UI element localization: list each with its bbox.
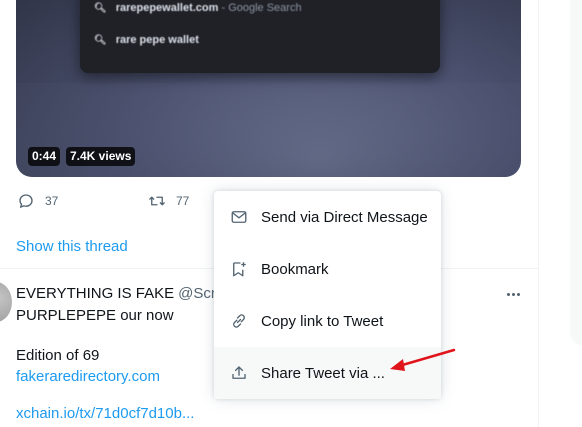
menu-item-bookmark[interactable]: Bookmark bbox=[214, 243, 441, 295]
retweet-button[interactable]: 77 bbox=[148, 192, 189, 210]
share-icon bbox=[232, 366, 246, 379]
share-menu: Send via Direct Message Bookmark Copy li… bbox=[214, 191, 441, 399]
envelope-icon bbox=[231, 211, 247, 223]
search-icon: 🔍︎ bbox=[94, 34, 107, 46]
tweet-link[interactable]: xchain.io/tx/71d0cf7d10b... bbox=[16, 405, 194, 422]
more-dot-icon bbox=[506, 292, 510, 296]
author-name[interactable]: EVERYTHING IS FAKE bbox=[16, 285, 174, 302]
retweet-icon bbox=[149, 196, 165, 206]
tweet-text-line: PURPLEPEPE our now bbox=[16, 307, 174, 324]
bookmark-add-icon bbox=[233, 262, 246, 277]
sidebar-panel bbox=[570, 0, 582, 345]
tweet-author[interactable]: EVERYTHING IS FAKE @Scri bbox=[16, 285, 219, 302]
menu-item-label: Send via Direct Message bbox=[261, 208, 428, 226]
more-options-button[interactable] bbox=[503, 284, 523, 304]
retweet-count: 77 bbox=[176, 194, 190, 208]
menu-item-copy-link[interactable]: Copy link to Tweet bbox=[214, 295, 441, 347]
menu-item-label: Bookmark bbox=[261, 260, 329, 278]
reply-button[interactable]: 37 bbox=[17, 192, 58, 210]
more-dot-icon bbox=[511, 292, 515, 296]
video-frame-browser-dropdown: 🔍︎ rarepepewallet.com - Google Search 🔍︎… bbox=[80, 0, 440, 73]
video-player[interactable]: 🔍︎ rarepepewallet.com - Google Search 🔍︎… bbox=[16, 0, 521, 177]
tweet-text-line: Edition of 69 bbox=[16, 347, 100, 364]
reply-count: 37 bbox=[45, 194, 59, 208]
tweet-link[interactable]: fakeraredirectory.com bbox=[16, 368, 160, 385]
author-handle[interactable]: @Scri bbox=[178, 285, 219, 302]
link-icon bbox=[233, 314, 245, 328]
show-thread-link[interactable]: Show this thread bbox=[16, 238, 128, 255]
more-dot-icon bbox=[516, 292, 520, 296]
reply-icon bbox=[19, 194, 33, 209]
menu-item-send-dm[interactable]: Send via Direct Message bbox=[214, 191, 441, 243]
search-icon: 🔍︎ bbox=[94, 2, 107, 14]
video-suggestion-1: 🔍︎ rarepepewallet.com - Google Search bbox=[94, 2, 302, 14]
video-views-badge: 7.4K views bbox=[66, 147, 136, 166]
video-suggestion-2: 🔍︎ rare pepe wallet bbox=[94, 34, 199, 46]
menu-item-share-via[interactable]: Share Tweet via ... bbox=[214, 347, 441, 399]
menu-item-label: Copy link to Tweet bbox=[261, 312, 384, 330]
menu-item-label: Share Tweet via ... bbox=[261, 364, 385, 382]
avatar[interactable] bbox=[0, 282, 12, 322]
video-duration-badge: 0:44 bbox=[28, 147, 61, 166]
